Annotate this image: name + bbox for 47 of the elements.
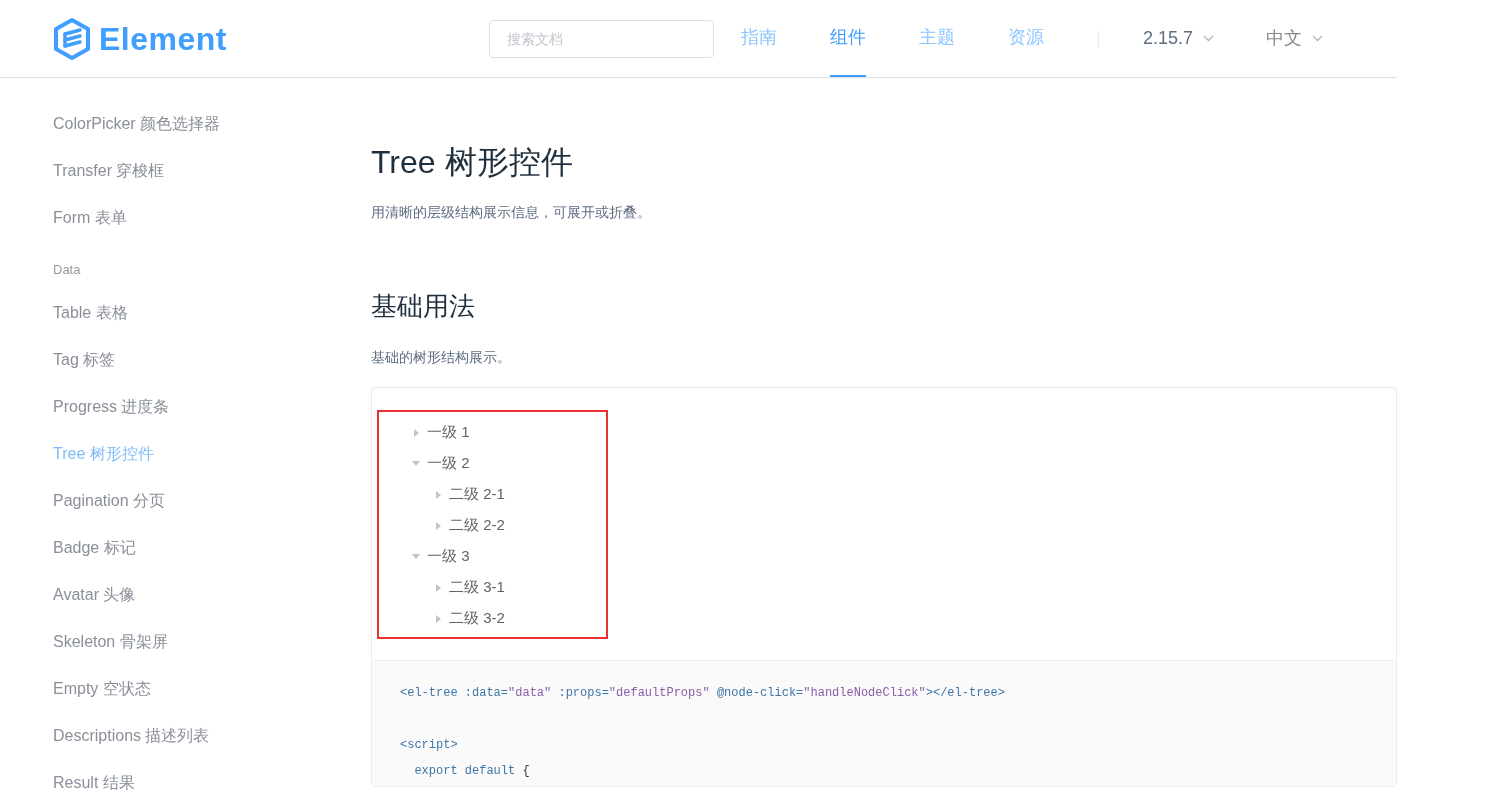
sidebar-item[interactable]: Skeleton 骨架屏 — [53, 618, 371, 665]
chevron-down-icon — [1203, 35, 1215, 42]
sidebar-item[interactable]: Form 表单 — [53, 194, 371, 241]
tree-node-label[interactable]: 二级 3-2 — [449, 607, 505, 630]
nav-link[interactable]: 组件 — [830, 0, 866, 77]
nav-link[interactable]: 指南 — [741, 0, 777, 77]
sidebar-item[interactable]: Badge 标记 — [53, 524, 371, 571]
language-dropdown[interactable]: 中文 — [1266, 25, 1324, 52]
search-field[interactable]: 搜索文档 — [489, 19, 714, 58]
sidebar-item[interactable]: Pagination 分页 — [53, 477, 371, 524]
version-dropdown[interactable]: 2.15.7 — [1143, 25, 1215, 52]
sidebar-item[interactable]: Table 表格 — [53, 289, 371, 336]
section-description: 基础的树形结构展示。 — [371, 348, 511, 367]
sidebar-group-label: Data — [53, 261, 82, 280]
tree-node-label[interactable]: 一级 2 — [427, 452, 470, 475]
caret-right-icon[interactable] — [436, 490, 441, 499]
tree-node-label[interactable]: 二级 2-1 — [449, 483, 505, 506]
code-line: <script> — [400, 737, 458, 754]
caret-right-icon[interactable] — [436, 583, 441, 592]
tree-node-label[interactable]: 二级 2-2 — [449, 514, 505, 537]
sidebar-item[interactable]: Transfer 穿梭框 — [53, 147, 371, 194]
section-title: 基础用法 — [371, 290, 475, 323]
code-line: export default { — [413, 763, 530, 780]
page-title: Tree 树形控件 — [371, 143, 573, 182]
tree-node-label[interactable]: 二级 3-1 — [449, 576, 505, 599]
sidebar-item[interactable]: Tag 标签 — [53, 336, 371, 383]
tree-node-label[interactable]: 一级 1 — [427, 421, 470, 444]
caret-down-icon[interactable] — [412, 461, 420, 466]
caret-down-icon[interactable] — [412, 554, 420, 559]
sidebar-item[interactable]: ColorPicker 颜色选择器 — [53, 100, 371, 147]
code-line: <el-tree :data="data" :props="defaultProps" @node-click="handleNodeClick"></el-tree> — [400, 685, 1005, 702]
caret-right-icon[interactable] — [414, 428, 419, 437]
caret-right-icon[interactable] — [436, 521, 441, 530]
tree-node-label[interactable]: 一级 3 — [427, 545, 470, 568]
page-description: 用清晰的层级结构展示信息，可展开或折叠。 — [371, 203, 651, 222]
sidebar-item[interactable]: Result 结果 — [53, 759, 371, 800]
nav-link[interactable]: 主题 — [919, 0, 955, 77]
chevron-down-icon — [1312, 35, 1324, 42]
sidebar-item[interactable]: Empty 空状态 — [53, 665, 371, 712]
nav-link[interactable]: 资源 — [1008, 0, 1044, 77]
sidebar-item[interactable]: Avatar 头像 — [53, 571, 371, 618]
logo-text[interactable]: Element — [99, 14, 227, 63]
caret-right-icon[interactable] — [436, 614, 441, 623]
sidebar-item[interactable]: Tree 树形控件 — [53, 430, 371, 477]
sidebar-item[interactable]: Progress 进度条 — [53, 383, 371, 430]
sidebar-item[interactable]: Descriptions 描述列表 — [53, 712, 371, 759]
logo-icon — [53, 16, 91, 61]
